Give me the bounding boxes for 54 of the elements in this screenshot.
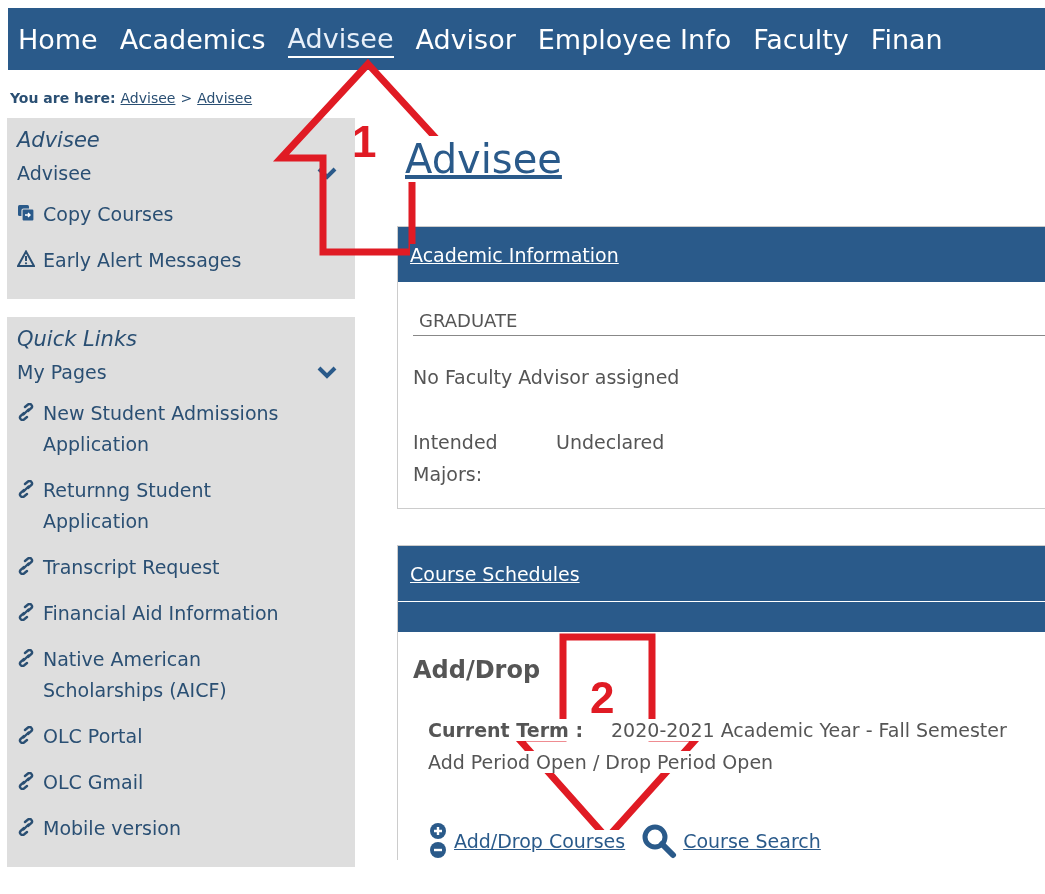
- copy-icon: [17, 204, 35, 222]
- link-icon: [17, 480, 35, 498]
- step-number: 2: [590, 676, 615, 720]
- term-value: 2020-2021 Academic Year - Fall Semester: [611, 719, 1007, 741]
- menu-link[interactable]: OLC Portal: [43, 721, 143, 752]
- breadcrumb-link[interactable]: Advisee: [197, 90, 253, 106]
- link-icon: [17, 557, 35, 575]
- header-link[interactable]: Academic Information: [410, 243, 619, 266]
- section-title: Add/Drop: [413, 656, 542, 684]
- header-link[interactable]: Course Schedules: [410, 562, 580, 585]
- menu-link[interactable]: Financial Aid Information: [43, 598, 279, 629]
- advisor-text: No Faculty Advisor assigned: [413, 366, 681, 388]
- link-icon: [17, 726, 35, 744]
- nav-item[interactable]: Advisee: [287, 20, 394, 58]
- level-text: GRADUATE: [413, 310, 1045, 336]
- menu-link[interactable]: Returnng Student Application: [43, 475, 305, 537]
- menu-link[interactable]: New Student Admissions Application: [43, 398, 305, 460]
- link-icon: [17, 649, 35, 667]
- period-status: Add Period Open / Drop Period Open: [428, 751, 774, 773]
- link-icon: [17, 772, 35, 790]
- nav-item[interactable]: Faculty: [753, 21, 849, 57]
- nav-item[interactable]: Finan: [870, 21, 943, 57]
- add-drop-link[interactable]: Add/Drop Courses: [454, 830, 626, 852]
- link-icon: [17, 818, 35, 836]
- plus-minus-icon: [428, 822, 448, 860]
- nav-item[interactable]: Advisor: [415, 21, 516, 57]
- menu-item[interactable]: My Pages: [17, 361, 107, 383]
- panel-title: Advisee: [17, 128, 101, 152]
- nav-item[interactable]: Academics: [119, 21, 266, 57]
- nav-item[interactable]: Employee Info: [537, 21, 732, 57]
- page-title[interactable]: Advisee: [405, 136, 562, 182]
- chevron-icon[interactable]: [317, 166, 337, 180]
- nav-item[interactable]: Home: [18, 21, 98, 57]
- menu-link[interactable]: OLC Gmail: [43, 767, 144, 798]
- menu-link[interactable]: Mobile version: [43, 813, 181, 844]
- course-search-link[interactable]: Course Search: [683, 830, 821, 852]
- panel-title: Quick Links: [17, 327, 138, 351]
- warning-icon: [17, 250, 35, 268]
- menu-item[interactable]: Copy Courses: [43, 199, 174, 230]
- step-number: 1: [352, 120, 377, 164]
- breadcrumb-label: You are here:: [10, 90, 116, 106]
- field-value: Undeclared: [556, 430, 665, 455]
- menu-link[interactable]: Transcript Request: [43, 552, 220, 583]
- term-label: Current Term :: [428, 719, 584, 741]
- breadcrumb-link[interactable]: Advisee: [120, 90, 176, 106]
- search-icon: [641, 823, 678, 859]
- chevron-icon[interactable]: [317, 365, 337, 379]
- link-icon: [17, 403, 35, 421]
- link-icon: [17, 603, 35, 621]
- menu-item[interactable]: Advisee: [17, 162, 92, 184]
- menu-item[interactable]: Early Alert Messages: [43, 245, 242, 276]
- menu-link[interactable]: Native American Scholarships (AICF): [43, 644, 305, 706]
- breadcrumb-separator: >: [180, 90, 193, 106]
- field-label: Intended Majors:: [413, 430, 499, 487]
